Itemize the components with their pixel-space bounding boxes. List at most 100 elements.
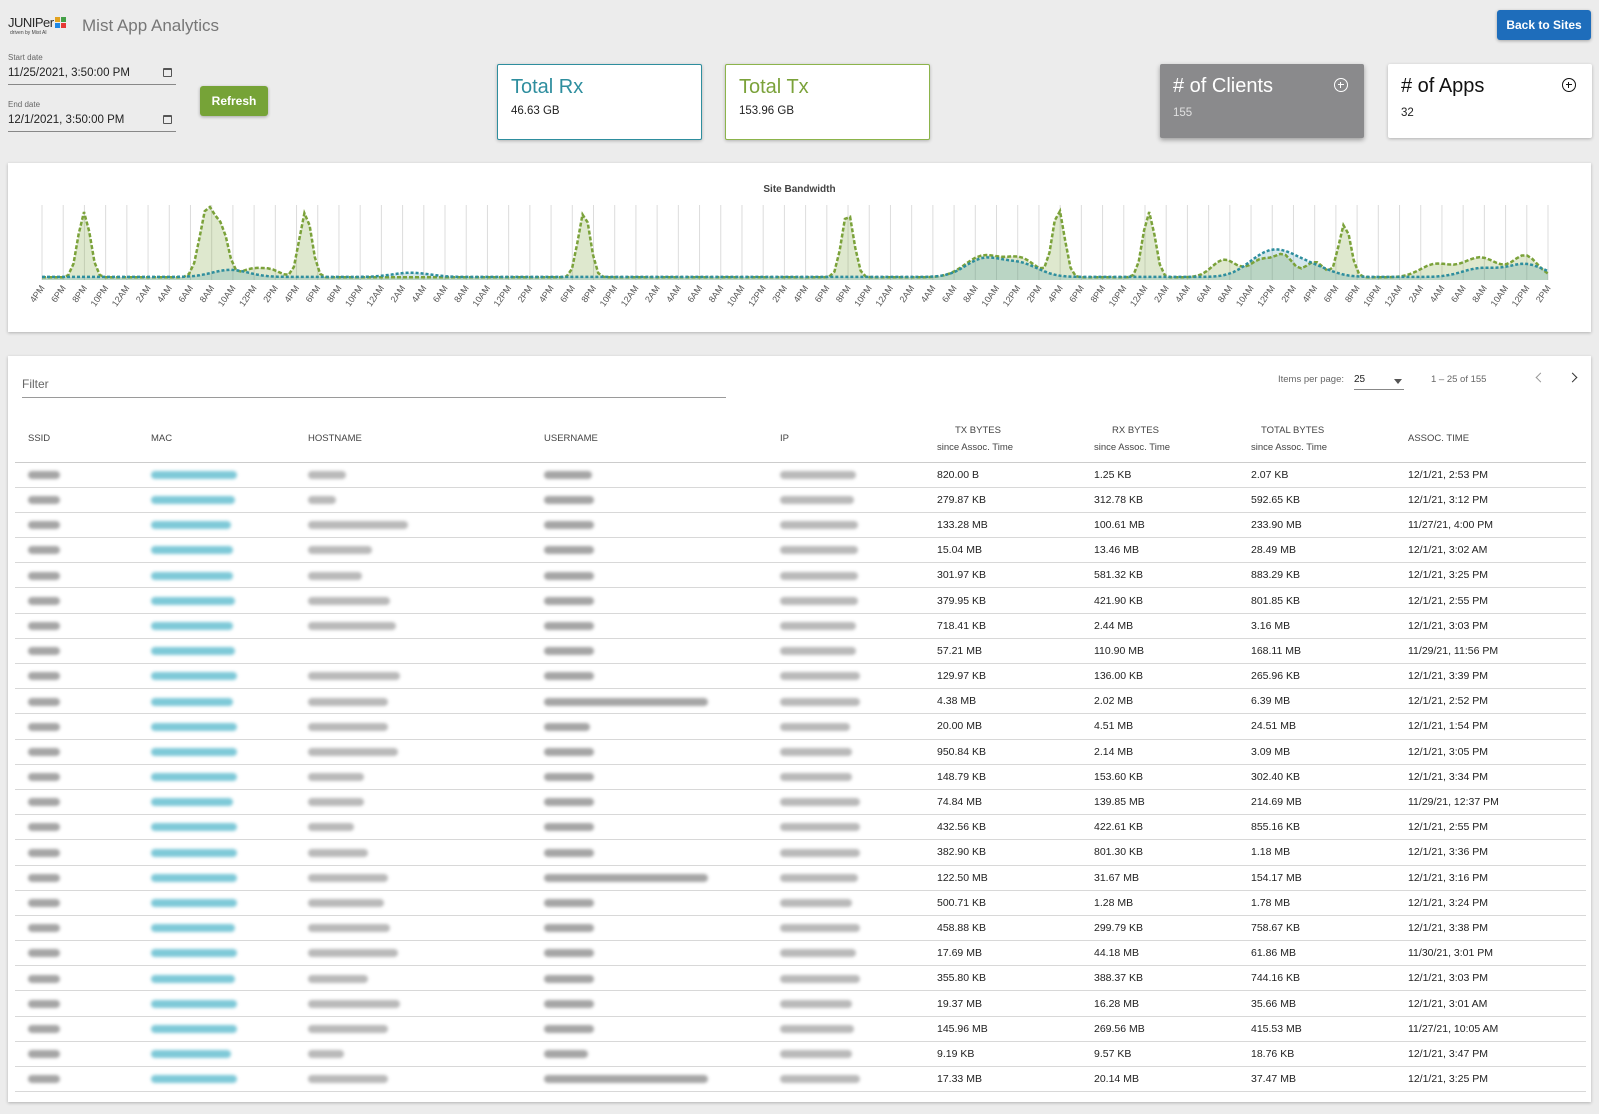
redacted-value[interactable] [151,697,233,706]
redacted-value[interactable] [151,974,235,983]
table-row[interactable]: 17.33 MB 20.14 MB 37.47 MB 12/1/21, 3:25 PM [15,1066,1586,1093]
redacted-value[interactable] [151,949,237,958]
cell-mac[interactable] [151,764,308,790]
cell-mac[interactable] [151,890,308,916]
calendar-icon[interactable] [163,115,172,124]
redacted-value[interactable] [151,571,233,580]
cell-mac[interactable] [151,638,308,665]
table-row[interactable]: 133.28 MB 100.61 MB 233.90 MB 11/27/21, 4:0… [15,512,1586,539]
cell-mac[interactable] [151,789,308,816]
header-total-bytes[interactable]: TOTAL BYTES since Assoc. Time [1251,416,1408,463]
start-date-field[interactable]: Start date 11/25/2021, 3:50:00 PM [8,53,176,85]
redacted-value[interactable] [151,1050,231,1059]
apps-card[interactable]: # of Apps 32 [1388,64,1592,138]
zoom-in-icon[interactable] [1334,78,1348,92]
cell-mac[interactable] [151,1016,308,1042]
header-ssid[interactable]: SSID [15,416,151,463]
cell-mac[interactable] [151,865,308,891]
table-row[interactable]: 145.96 MB 269.56 MB 415.53 MB 11/27/21, 10:… [15,1016,1586,1042]
table-row[interactable]: 122.50 MB 31.67 MB 154.17 MB 12/1/21, 3:16 … [15,865,1586,891]
redacted-value[interactable] [151,747,237,756]
cell-mac[interactable] [151,613,308,639]
page-size-select[interactable]: 25 [1354,368,1404,390]
redacted-value[interactable] [151,873,237,882]
header-rx-bytes[interactable]: RX BYTES since Assoc. Time [1094,416,1251,463]
filter-field[interactable] [22,374,726,398]
clients-card[interactable]: # of Clients 155 [1160,64,1364,138]
redacted-value[interactable] [151,621,233,630]
total-tx-card[interactable]: Total Tx 153.96 GB [725,64,930,140]
redacted-value[interactable] [151,672,237,681]
cell-mac[interactable] [151,839,308,866]
table-row[interactable]: 379.95 KB 421.90 KB 801.85 KB 12/1/21, 2:55… [15,587,1586,614]
redacted-value[interactable] [151,798,233,807]
header-tx-bytes[interactable]: TX BYTES since Assoc. Time [937,416,1094,463]
cell-mac[interactable] [151,537,308,564]
cell-mac[interactable] [151,512,308,539]
total-rx-card[interactable]: Total Rx 46.63 GB [497,64,702,140]
redacted-value[interactable] [151,823,237,832]
table-row[interactable]: 17.69 MB 44.18 MB 61.86 MB 11/30/21, 3:01 P… [15,940,1586,967]
cell-mac[interactable] [151,1041,308,1068]
table-row[interactable]: 20.00 MB 4.51 MB 24.51 MB 12/1/21, 1:54 PM [15,713,1586,740]
cell-mac[interactable] [151,814,308,841]
table-row[interactable]: 129.97 KB 136.00 KB 265.96 KB 12/1/21, 3:39… [15,663,1586,690]
header-assoc-time[interactable]: ASSOC. TIME [1408,416,1586,463]
cell-mac[interactable] [151,990,308,1017]
back-to-sites-button[interactable]: Back to Sites [1497,10,1591,40]
start-date-value[interactable]: 11/25/2021, 3:50:00 PM [8,67,130,79]
redacted-value[interactable] [151,773,237,782]
table-row[interactable]: 19.37 MB 16.28 MB 35.66 MB 12/1/21, 3:01 AM [15,990,1586,1017]
table-row[interactable]: 148.79 KB 153.60 KB 302.40 KB 12/1/21, 3:34… [15,764,1586,790]
redacted-value[interactable] [151,999,237,1008]
redacted-value[interactable] [151,470,237,479]
redacted-value[interactable] [151,1075,237,1084]
previous-page-icon[interactable] [1533,371,1547,385]
cell-mac[interactable] [151,1066,308,1093]
redacted-value[interactable] [151,647,235,656]
redacted-value[interactable] [151,848,237,857]
table-row[interactable]: 279.87 KB 312.78 KB 592.65 KB 12/1/21, 3:12… [15,487,1586,513]
calendar-icon[interactable] [163,68,172,77]
end-date-value[interactable]: 12/1/2021, 3:50:00 PM [8,114,124,126]
table-row[interactable]: 382.90 KB 801.30 KB 1.18 MB 12/1/21, 3:36 P… [15,839,1586,866]
next-page-icon[interactable] [1567,371,1581,385]
table-row[interactable]: 718.41 KB 2.44 MB 3.16 MB 12/1/21, 3:03 PM [15,613,1586,639]
table-row[interactable]: 432.56 KB 422.61 KB 855.16 KB 12/1/21, 2:55… [15,814,1586,841]
redacted-value[interactable] [151,521,231,530]
cell-mac[interactable] [151,462,308,488]
cell-mac[interactable] [151,663,308,690]
cell-mac[interactable] [151,965,308,992]
header-username[interactable]: USERNAME [544,416,780,463]
redacted-value[interactable] [151,899,237,907]
redacted-value[interactable] [151,1024,237,1033]
header-mac[interactable]: MAC [151,416,308,463]
cell-mac[interactable] [151,688,308,715]
cell-mac[interactable] [151,487,308,513]
table-row[interactable]: 9.19 KB 9.57 KB 18.76 KB 12/1/21, 3:47 PM [15,1041,1586,1068]
redacted-value[interactable] [151,722,237,731]
zoom-in-icon[interactable] [1562,78,1576,92]
table-row[interactable]: 4.38 MB 2.02 MB 6.39 MB 12/1/21, 2:52 PM [15,688,1586,715]
refresh-button[interactable]: Refresh [200,86,268,116]
table-row[interactable]: 57.21 MB 110.90 MB 168.11 MB 11/29/21, 11:5… [15,638,1586,665]
header-ip[interactable]: IP [780,416,937,463]
cell-mac[interactable] [151,940,308,967]
table-row[interactable]: 458.88 KB 299.79 KB 758.67 KB 12/1/21, 3:38… [15,915,1586,942]
redacted-value[interactable] [151,546,233,555]
filter-input[interactable] [22,374,726,391]
table-row[interactable]: 301.97 KB 581.32 KB 883.29 KB 12/1/21, 3:25… [15,562,1586,589]
table-row[interactable]: 820.00 B 1.25 KB 2.07 KB 12/1/21, 2:53 PM [15,462,1586,488]
redacted-value[interactable] [151,596,235,605]
table-row[interactable]: 15.04 MB 13.46 MB 28.49 MB 12/1/21, 3:02 AM [15,537,1586,564]
end-date-field[interactable]: End date 12/1/2021, 3:50:00 PM [8,100,176,132]
cell-mac[interactable] [151,713,308,740]
cell-mac[interactable] [151,739,308,765]
table-row[interactable]: 74.84 MB 139.85 MB 214.69 MB 11/29/21, 12:3… [15,789,1586,816]
redacted-value[interactable] [151,924,235,933]
header-hostname[interactable]: HOSTNAME [308,416,544,463]
table-row[interactable]: 355.80 KB 388.37 KB 744.16 KB 12/1/21, 3:03… [15,965,1586,992]
table-row[interactable]: 950.84 KB 2.14 MB 3.09 MB 12/1/21, 3:05 PM [15,739,1586,765]
table-row[interactable]: 500.71 KB 1.28 MB 1.78 MB 12/1/21, 3:24 PM [15,890,1586,916]
cell-mac[interactable] [151,915,308,942]
